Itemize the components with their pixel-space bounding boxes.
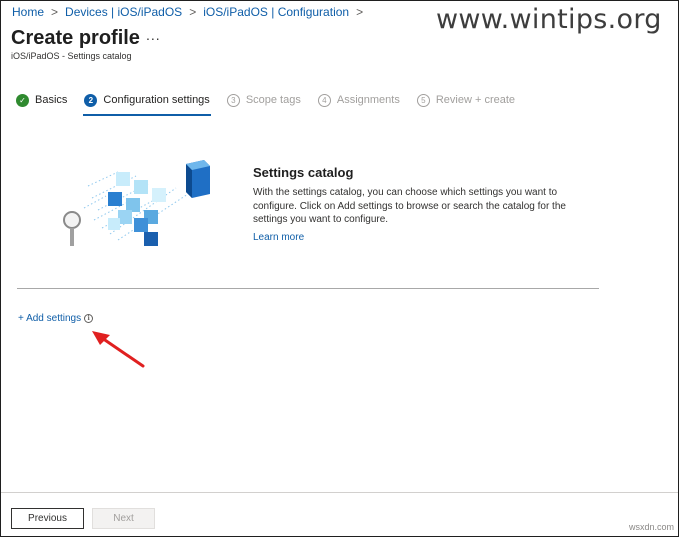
catalog-description: With the settings catalog, you can choos…: [253, 187, 566, 225]
section-divider: [17, 288, 599, 289]
step-label: Assignments: [336, 94, 400, 106]
chevron-right-icon: >: [356, 5, 364, 19]
page-subtitle: iOS/iPadOS - Settings catalog: [11, 51, 132, 61]
settings-catalog-illustration: [63, 160, 210, 246]
breadcrumb-home[interactable]: Home: [12, 5, 44, 19]
checkmark-icon: ✓: [16, 93, 29, 107]
step-review-create[interactable]: 5 Review + create: [416, 91, 516, 109]
chevron-right-icon: >: [51, 5, 59, 19]
footer-divider: [1, 492, 678, 493]
add-settings-label: + Add settings: [18, 313, 82, 324]
window-frame: [0, 0, 679, 537]
step-number: 4: [317, 93, 331, 107]
watermark: www.wintips.org: [436, 4, 662, 35]
step-label: Review + create: [435, 94, 516, 106]
page-title: Create profile: [11, 27, 140, 49]
step-label: Basics: [35, 94, 68, 106]
step-number: 3: [226, 93, 240, 107]
step-label: Configuration settings: [103, 94, 210, 106]
step-configuration-settings[interactable]: 2 Configuration settings: [83, 91, 212, 116]
breadcrumb-devices-ios[interactable]: Devices | iOS/iPadOS: [65, 5, 182, 19]
breadcrumb-ios-configuration[interactable]: iOS/iPadOS | Configuration: [203, 5, 349, 19]
add-settings-link[interactable]: + Add settings i: [18, 313, 94, 324]
step-number: 2: [84, 93, 98, 107]
breadcrumb: Home > Devices | iOS/iPadOS > iOS/iPadOS…: [12, 5, 370, 19]
chevron-right-icon: >: [189, 5, 197, 19]
red-arrow-annotation: [92, 331, 145, 368]
learn-more-link[interactable]: Learn more: [253, 232, 304, 243]
corner-watermark: wsxdn.com: [629, 522, 675, 532]
more-options-button[interactable]: ...: [146, 27, 161, 43]
previous-button[interactable]: Previous: [11, 508, 84, 529]
wizard-steps: ✓ Basics 2 Configuration settings 3 Scop…: [16, 91, 532, 116]
step-basics[interactable]: ✓ Basics: [16, 91, 67, 109]
step-number: 5: [416, 93, 430, 107]
step-label: Scope tags: [245, 94, 301, 106]
next-button[interactable]: Next: [92, 508, 155, 529]
step-assignments[interactable]: 4 Assignments: [317, 91, 400, 109]
info-icon[interactable]: i: [84, 314, 94, 323]
step-scope-tags[interactable]: 3 Scope tags: [226, 91, 301, 109]
catalog-title: Settings catalog: [253, 165, 354, 180]
